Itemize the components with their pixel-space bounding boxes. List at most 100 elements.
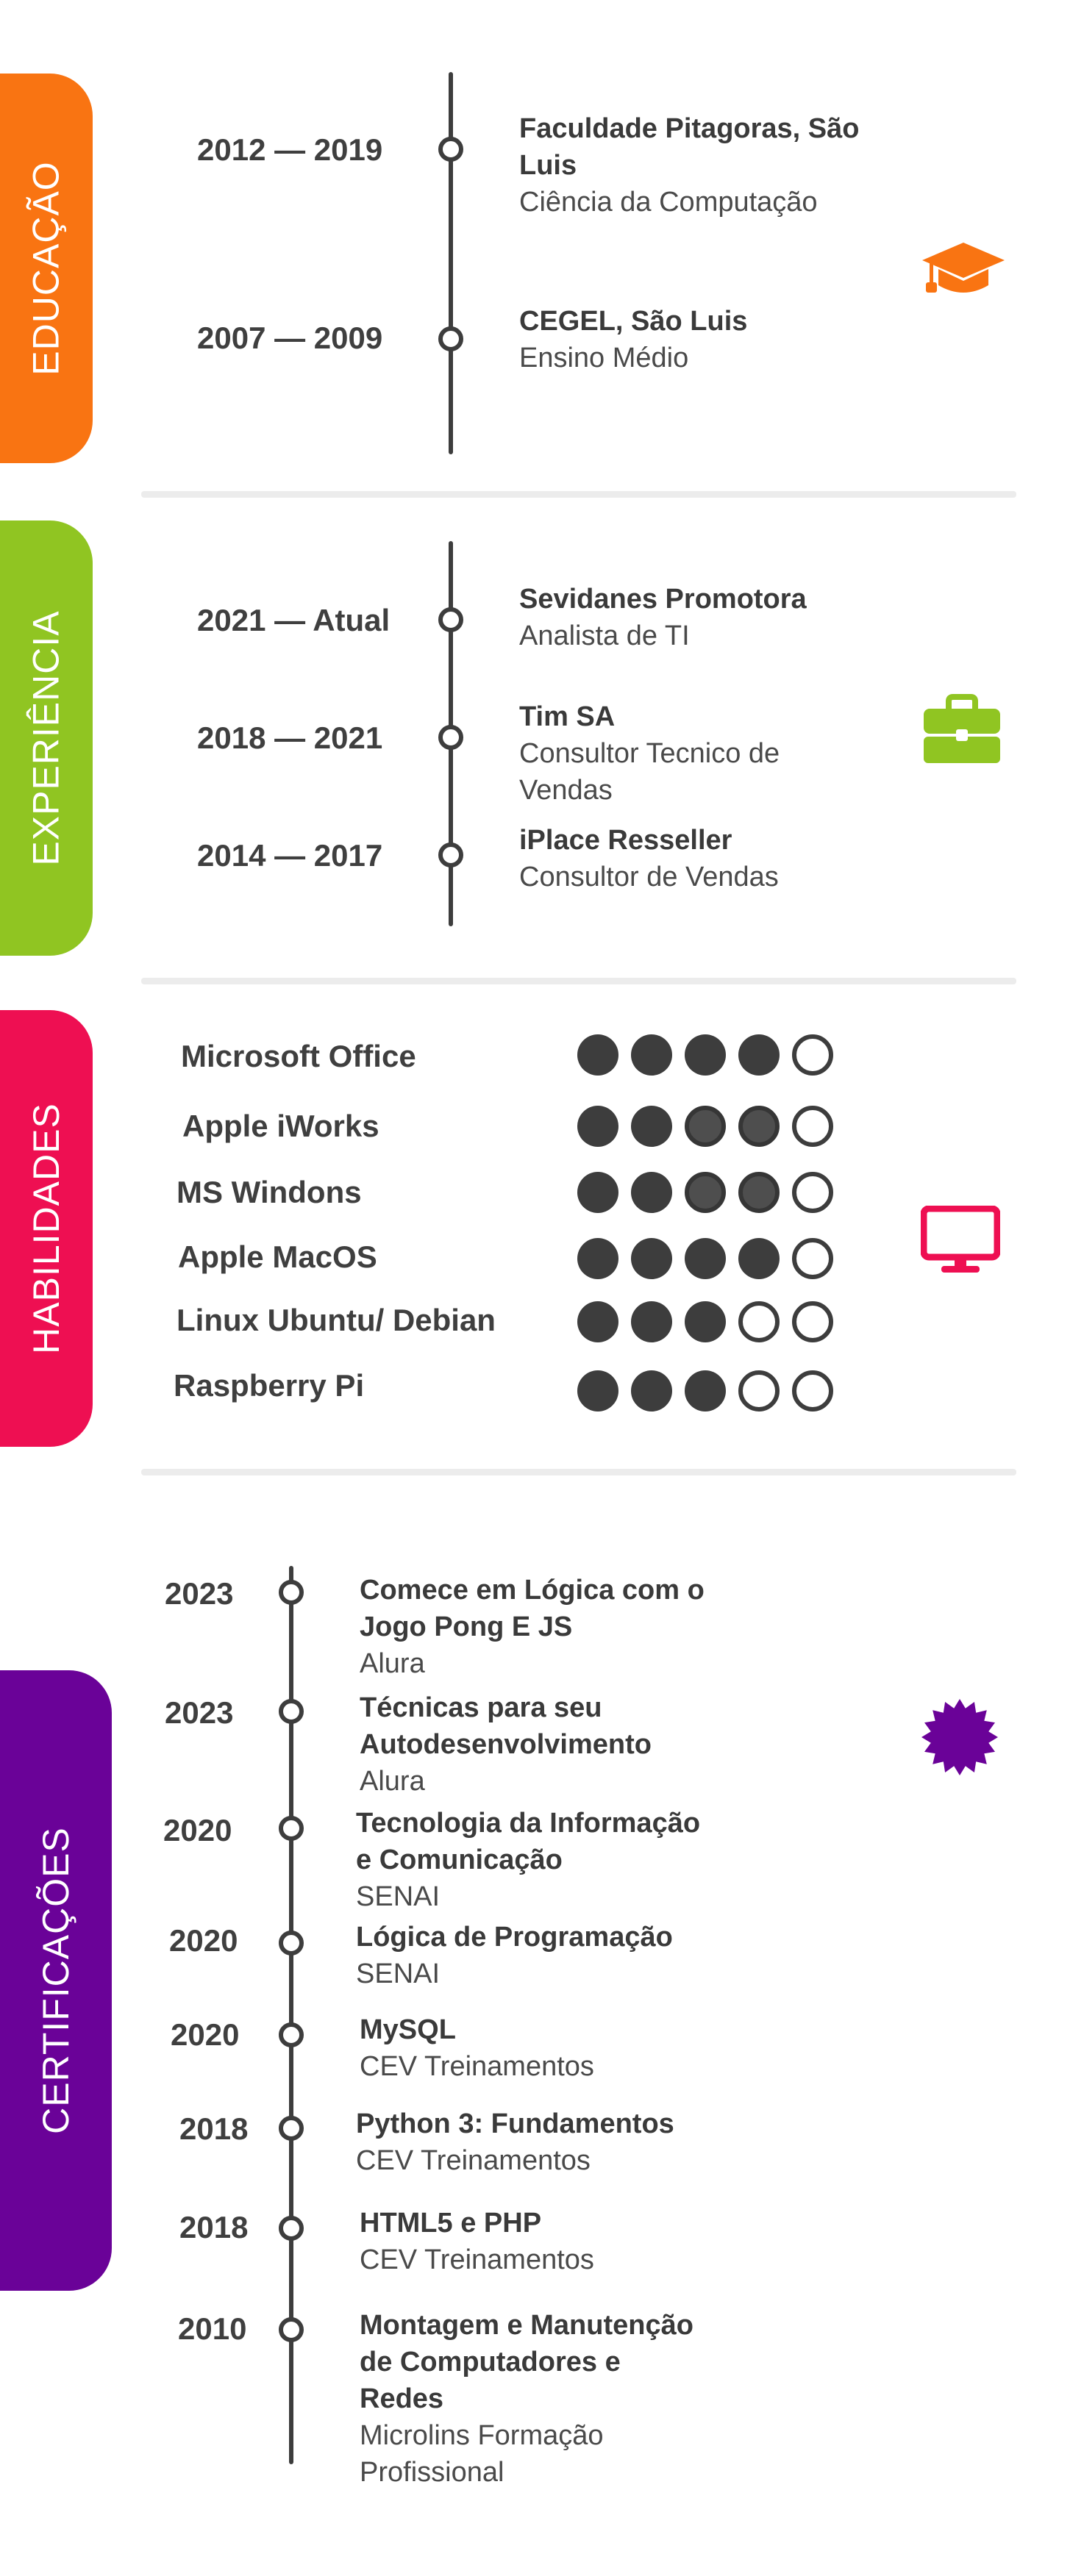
education-years: 2012 — 2019 bbox=[197, 132, 383, 167]
rating-circle bbox=[577, 1106, 618, 1147]
cert-issuer: CEV Treinamentos bbox=[360, 2244, 594, 2275]
cert-year: 2010 bbox=[178, 2311, 247, 2346]
timeline-line bbox=[449, 72, 453, 454]
experience-years: 2021 — Atual bbox=[197, 603, 391, 637]
education-course: Ciência da Computação bbox=[519, 187, 818, 218]
rating-circle bbox=[792, 1034, 833, 1076]
timeline-dot bbox=[279, 1699, 304, 1724]
rating-circle bbox=[685, 1238, 726, 1279]
timeline-dot bbox=[438, 137, 463, 162]
cert-year: 2018 bbox=[179, 2111, 249, 2146]
experience-company: Tim SA bbox=[519, 701, 616, 732]
cert-entry: Python 3: Fundamentos CEV Treinamentos bbox=[356, 2105, 674, 2179]
section-label-experiencia: EXPERIÊNCIA bbox=[26, 610, 67, 866]
rating-circle bbox=[685, 1034, 726, 1076]
section-label-certificacoes: CERTIFICAÇÕES bbox=[35, 1827, 76, 2134]
education-entry: CEGEL, São Luis Ensino Médio bbox=[519, 303, 747, 376]
section-label-educacao: EDUCAÇÃO bbox=[26, 161, 67, 376]
cert-issuer: CEV Treinamentos bbox=[356, 2145, 591, 2176]
rating-circle bbox=[792, 1370, 833, 1412]
skill-rating bbox=[577, 1034, 833, 1076]
cert-entry: Comece em Lógica com o Jogo Pong E JS Al… bbox=[360, 1572, 705, 1682]
section-tab-habilidades: HABILIDADES bbox=[0, 1010, 93, 1447]
section-tab-certificacoes: CERTIFICAÇÕES bbox=[0, 1670, 112, 2291]
timeline-dot bbox=[438, 326, 463, 351]
cert-title: Comece em Lógica com o bbox=[360, 1575, 705, 1606]
timeline-dot bbox=[279, 2216, 304, 2241]
rating-circle bbox=[631, 1370, 672, 1412]
skill-name: Microsoft Office bbox=[181, 1039, 416, 1073]
rating-circle bbox=[631, 1034, 672, 1076]
cert-title-cont: Jogo Pong E JS bbox=[360, 1611, 573, 1642]
cert-entry: Técnicas para seu Autodesenvolvimento Al… bbox=[360, 1689, 652, 1800]
timeline-dot bbox=[279, 1580, 304, 1605]
rating-circle bbox=[792, 1172, 833, 1213]
skill-rating bbox=[577, 1172, 833, 1213]
timeline-dot bbox=[279, 1931, 304, 1956]
section-divider bbox=[141, 978, 1016, 984]
cert-issuer: CEV Treinamentos bbox=[360, 2051, 594, 2082]
education-institution-cont: Luis bbox=[519, 150, 577, 181]
cert-year: 2020 bbox=[163, 1813, 232, 1847]
rating-circle bbox=[738, 1301, 780, 1342]
rating-circle bbox=[577, 1034, 618, 1076]
cert-issuer: Alura bbox=[360, 1766, 425, 1797]
timeline-dot bbox=[279, 2022, 304, 2047]
experience-role-cont: Vendas bbox=[519, 775, 613, 806]
briefcase-icon bbox=[924, 694, 1000, 763]
rating-circle bbox=[738, 1106, 780, 1147]
cert-title-cont: de Computadores e bbox=[360, 2347, 621, 2378]
experience-entry: Tim SA Consultor Tecnico de Vendas bbox=[519, 698, 780, 809]
cert-title-cont: Redes bbox=[360, 2383, 444, 2414]
cert-issuer: SENAI bbox=[356, 1958, 441, 1989]
rating-circle bbox=[792, 1301, 833, 1342]
timeline-dot bbox=[279, 2317, 304, 2342]
cert-title: HTML5 e PHP bbox=[360, 2208, 542, 2239]
skill-name: Apple iWorks bbox=[182, 1109, 379, 1143]
rating-circle bbox=[631, 1172, 672, 1213]
cert-entry: Tecnologia da Informação e Comunicação S… bbox=[356, 1805, 700, 1915]
cert-year: 2020 bbox=[169, 1923, 238, 1958]
rating-circle bbox=[738, 1034, 780, 1076]
rating-circle bbox=[631, 1238, 672, 1279]
timeline-dot bbox=[438, 725, 463, 750]
cert-issuer-cont: Profissional bbox=[360, 2457, 504, 2488]
skill-rating bbox=[577, 1238, 833, 1279]
cert-title: Tecnologia da Informação bbox=[356, 1808, 701, 1839]
cert-year: 2018 bbox=[179, 2210, 249, 2244]
section-divider bbox=[141, 1469, 1016, 1475]
experience-role: Analista de TI bbox=[519, 620, 690, 651]
cert-entry: MySQL CEV Treinamentos bbox=[360, 2011, 594, 2085]
cert-year: 2023 bbox=[165, 1695, 234, 1730]
rating-circle bbox=[738, 1370, 780, 1412]
timeline-dot bbox=[438, 842, 463, 867]
skill-name: MS Windons bbox=[176, 1175, 362, 1209]
education-course: Ensino Médio bbox=[519, 343, 689, 373]
rating-circle bbox=[738, 1172, 780, 1213]
cert-title-cont: Autodesenvolvimento bbox=[360, 1729, 652, 1760]
rating-circle bbox=[685, 1172, 726, 1213]
rating-circle bbox=[577, 1301, 618, 1342]
section-divider bbox=[141, 491, 1016, 498]
monitor-icon bbox=[921, 1206, 1000, 1273]
cert-issuer: SENAI bbox=[356, 1881, 441, 1912]
rating-circle bbox=[685, 1370, 726, 1412]
rating-circle bbox=[792, 1106, 833, 1147]
skill-name: Raspberry Pi bbox=[174, 1368, 365, 1403]
cert-title-cont: e Comunicação bbox=[356, 1845, 563, 1875]
skill-rating bbox=[577, 1301, 833, 1342]
badge-seal-icon bbox=[921, 1699, 998, 1775]
cert-title: Lógica de Programação bbox=[356, 1922, 673, 1953]
rating-circle bbox=[685, 1301, 726, 1342]
timeline-dot bbox=[279, 1816, 304, 1841]
cert-issuer: Microlins Formação bbox=[360, 2420, 604, 2451]
experience-company: iPlace Resseller bbox=[519, 825, 732, 856]
cert-entry: Lógica de Programação SENAI bbox=[356, 1919, 673, 1992]
graduation-cap-icon bbox=[922, 243, 1005, 293]
rating-circle bbox=[685, 1106, 726, 1147]
skill-name: Linux Ubuntu/ Debian bbox=[176, 1303, 496, 1337]
rating-circle bbox=[792, 1238, 833, 1279]
rating-circle bbox=[577, 1370, 618, 1412]
education-entry: Faculdade Pitagoras, São Luis Ciência da… bbox=[519, 110, 859, 221]
skill-rating bbox=[577, 1370, 833, 1412]
